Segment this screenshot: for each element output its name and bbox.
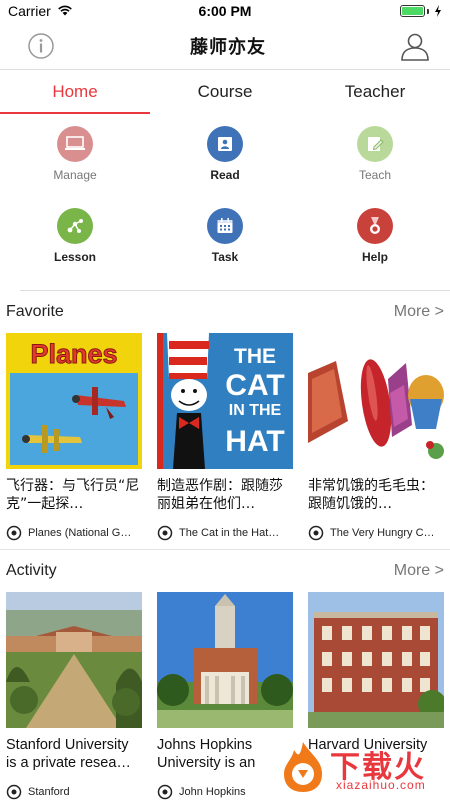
status-bar: Carrier 6:00 PM xyxy=(0,0,450,22)
favorite-card-meta: The Very Hungry C… xyxy=(308,524,444,542)
svg-text:CAT: CAT xyxy=(225,369,284,402)
lesson-label: Lesson xyxy=(53,250,96,264)
tab-course[interactable]: Course xyxy=(150,70,300,114)
feature-grid: Manage Read Teach Lesson Task Help xyxy=(0,114,450,290)
favorite-card-title: 飞行器：与飞行员“尼克”一起探… xyxy=(6,478,140,512)
nav-bar: 藤师亦友 xyxy=(0,22,450,70)
flame-logo-icon xyxy=(284,742,322,792)
teach-button[interactable]: Teach xyxy=(300,126,450,208)
activity-card-title: Stanford University is a private resea… xyxy=(6,737,131,771)
svg-text:IN THE: IN THE xyxy=(229,402,282,419)
activity-card-source: Stanford xyxy=(28,786,70,798)
watermark-url: xiazaihuo.com xyxy=(336,778,426,792)
activity-card-source: John Hopkins xyxy=(179,786,246,798)
medal-icon xyxy=(357,208,393,244)
read-book-icon xyxy=(207,126,243,162)
favorite-card-title: 制造恶作剧：跟随莎丽姐弟在他们… xyxy=(157,478,283,512)
favorite-list: Planes 飞行器：与飞行员“尼克”一起探… Planes (National… xyxy=(0,333,450,542)
read-label: Read xyxy=(210,168,240,182)
task-button[interactable]: Task xyxy=(150,208,300,290)
favorite-card-source: Planes (National G… xyxy=(28,527,132,539)
radio-dot-icon xyxy=(157,784,173,800)
radio-dot-icon xyxy=(157,525,173,541)
calendar-icon xyxy=(207,208,243,244)
activity-card[interactable]: Johns Hopkins University is an John Hopk… xyxy=(157,592,293,800)
planes-book-cover: Planes xyxy=(6,333,142,469)
hungry-caterpillar-book-cover xyxy=(308,333,444,469)
help-button[interactable]: Help xyxy=(300,208,450,290)
favorite-card-meta: The Cat in the Hat… xyxy=(157,524,293,542)
favorite-card-meta: Planes (National G… xyxy=(6,524,142,542)
help-label: Help xyxy=(361,250,388,264)
teach-label: Teach xyxy=(358,168,392,182)
top-tabs: Home Course Teacher xyxy=(0,70,450,114)
activity-header: Activity More > xyxy=(0,550,450,592)
radio-dot-icon xyxy=(6,525,22,541)
cat-in-the-hat-book-cover: THE CAT IN THE HAT xyxy=(157,333,293,469)
user-profile-icon[interactable] xyxy=(398,29,432,63)
activity-more-link[interactable]: More > xyxy=(394,562,444,580)
favorite-more-link[interactable]: More > xyxy=(394,303,444,321)
favorite-card-source: The Very Hungry C… xyxy=(330,527,435,539)
tab-home[interactable]: Home xyxy=(0,70,150,114)
favorite-card-source: The Cat in the Hat… xyxy=(179,527,280,539)
favorite-title: Favorite xyxy=(6,303,64,320)
svg-text:THE: THE xyxy=(234,345,276,368)
favorite-card[interactable]: THE CAT IN THE HAT 制造恶作剧：跟随莎丽姐弟在他们… The … xyxy=(157,333,293,542)
info-icon[interactable] xyxy=(24,29,58,63)
johns-hopkins-building-photo xyxy=(157,592,293,728)
monitor-icon xyxy=(57,126,93,162)
app-title: 藤师亦友 xyxy=(190,36,266,58)
activity-card[interactable]: Stanford University is a private resea… … xyxy=(6,592,142,800)
radio-dot-icon xyxy=(6,784,22,800)
manage-button[interactable]: Manage xyxy=(0,126,150,208)
radio-dot-icon xyxy=(308,525,324,541)
molecule-icon xyxy=(57,208,93,244)
wifi-icon xyxy=(57,3,73,19)
favorite-header: Favorite More > xyxy=(0,291,450,333)
tab-teacher[interactable]: Teacher xyxy=(300,70,450,114)
manage-label: Manage xyxy=(53,168,97,182)
activity-card-meta: John Hopkins xyxy=(157,783,293,800)
stanford-campus-photo xyxy=(6,592,142,728)
task-label: Task xyxy=(211,250,239,264)
favorite-card-title: 非常饥饿的毛毛虫：跟随饥饿的… xyxy=(308,478,434,512)
lesson-button[interactable]: Lesson xyxy=(0,208,150,290)
svg-text:Planes: Planes xyxy=(30,339,117,369)
battery-icon xyxy=(400,5,442,17)
favorite-card[interactable]: 非常饥饿的毛毛虫：跟随饥饿的… The Very Hungry C… xyxy=(308,333,444,542)
activity-card-title: Johns Hopkins University is an xyxy=(157,737,256,771)
carrier-label: Carrier xyxy=(8,3,51,19)
favorite-card[interactable]: Planes 飞行器：与飞行员“尼克”一起探… Planes (National… xyxy=(6,333,142,542)
activity-card-meta: Stanford xyxy=(6,783,142,800)
status-left: Carrier xyxy=(8,3,73,19)
edit-note-icon xyxy=(357,126,393,162)
harvard-building-photo xyxy=(308,592,444,728)
activity-title: Activity xyxy=(6,562,57,579)
read-button[interactable]: Read xyxy=(150,126,300,208)
watermark-logo: 下载火 xiazaihuo.com xyxy=(276,740,446,796)
svg-text:HAT: HAT xyxy=(225,425,284,458)
